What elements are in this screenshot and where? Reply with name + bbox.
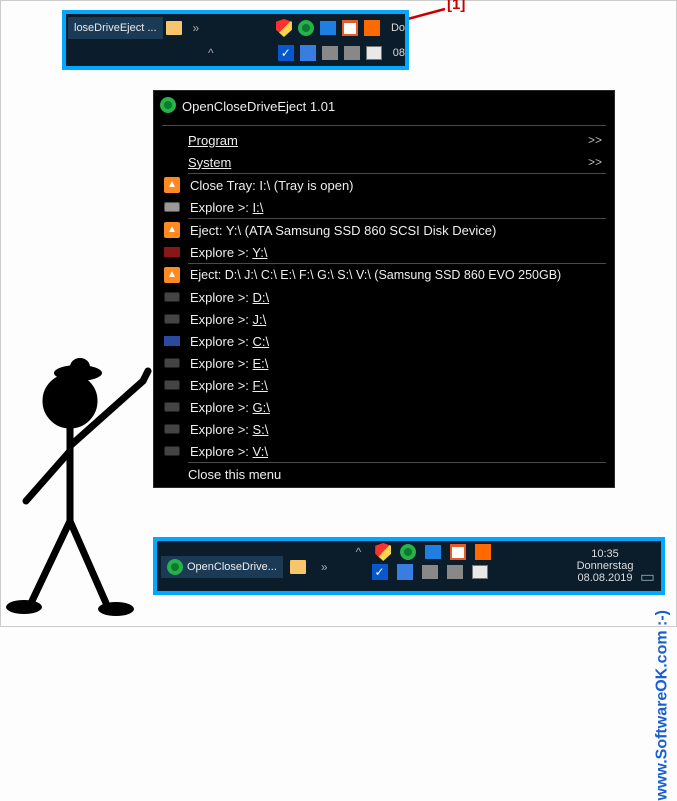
shield-icon[interactable] [275,19,293,37]
eject-icon [162,177,182,193]
decorative-figure [0,351,158,621]
menu-item-explore-e[interactable]: Explore >: E:\ [154,352,614,374]
menu-label: Close Tray: I:\ (Tray is open) [190,178,602,193]
drive-icon [162,314,182,324]
blue-icon[interactable] [299,44,317,62]
menu-label: Program [188,133,238,148]
menu-label: Close this menu [188,467,602,482]
menu-item-explore-c[interactable]: Explore >: C:\ [154,330,614,352]
watermark: www.SoftwareOK.com :-) [654,610,672,801]
clock-weekday: Donnerstag [577,560,634,572]
disk-icon[interactable] [321,44,339,62]
taskbar-task-button[interactable]: OpenCloseDrive... [161,556,283,578]
drive-icon [162,402,182,412]
menu-item-explore-f[interactable]: Explore >: F:\ [154,374,614,396]
camera-icon[interactable] [365,44,383,62]
orange-icon[interactable] [474,543,492,561]
drive-icon [162,358,182,368]
separator [162,125,606,126]
gray-icon[interactable] [446,563,464,581]
drive-icon [162,424,182,434]
check-icon[interactable] [277,44,295,62]
shield-icon[interactable] [374,543,392,561]
menu-title-row: OpenCloseDriveEject 1.01 [154,91,614,122]
menu-item-explore-i[interactable]: Explore >: I:\ [154,196,614,218]
menu-item-close-tray[interactable]: Close Tray: I:\ (Tray is open) [154,174,614,196]
drive-icon [162,247,182,257]
submenu-arrow-icon: >> [588,133,602,147]
taskbar-task-button[interactable]: loseDriveEject ... [68,17,163,39]
chevron-up-icon[interactable]: ^ [208,46,214,60]
eject-icon [162,222,182,238]
top-taskbar: loseDriveEject ... » Do ^ 08 [62,10,409,70]
menu-item-explore-y[interactable]: Explore >: Y:\ [154,241,614,263]
disk-icon[interactable] [421,563,439,581]
menu-label: System [188,155,231,170]
chevron-up-icon[interactable]: ^ [356,545,362,559]
drive-icon [162,292,182,302]
bottom-taskbar: OpenCloseDrive... » ^ 10:35 Donnerstag 0… [153,537,665,595]
menu-item-program[interactable]: Program >> [154,129,614,151]
eject-icon [162,267,182,283]
app-green-icon[interactable] [297,19,315,37]
window-icon[interactable] [319,19,337,37]
menu-item-system[interactable]: System >> [154,151,614,173]
notification-icon[interactable]: ▭ [640,567,655,587]
folder-icon[interactable] [165,19,183,37]
menu-item-explore-s[interactable]: Explore >: S:\ [154,418,614,440]
overflow-icon[interactable]: » [321,560,328,574]
menu-item-explore-g[interactable]: Explore >: G:\ [154,396,614,418]
app-green-icon[interactable] [399,543,417,561]
app-green-icon [160,97,176,116]
menu-label: Eject: Y:\ (ATA Samsung SSD 860 SCSI Dis… [190,223,602,238]
clock-time: 10:35 [591,548,619,560]
overflow-icon[interactable]: » [193,21,200,35]
menu-item-explore-j[interactable]: Explore >: J:\ [154,308,614,330]
calendar-icon[interactable] [341,19,359,37]
menu-title: OpenCloseDriveEject 1.01 [182,99,335,114]
menu-item-explore-d[interactable]: Explore >: D:\ [154,286,614,308]
window-icon[interactable] [424,543,442,561]
blue-icon[interactable] [396,563,414,581]
orange-icon[interactable] [363,19,381,37]
clock-date: 08.08.2019 [577,572,632,584]
drive-icon [162,446,182,456]
menu-label: Eject: D:\ J:\ C:\ E:\ F:\ G:\ S:\ V:\ (… [190,268,602,282]
date-fragment: 08 [393,47,405,59]
gray-icon[interactable] [343,44,361,62]
context-menu: OpenCloseDriveEject 1.01 Program >> Syst… [153,90,615,488]
drive-icon [162,380,182,390]
menu-item-eject-multi[interactable]: Eject: D:\ J:\ C:\ E:\ F:\ G:\ S:\ V:\ (… [154,264,614,286]
submenu-arrow-icon: >> [588,155,602,169]
time-fragment: Do [391,22,405,34]
disc-icon [162,202,182,212]
menu-item-close-menu[interactable]: Close this menu [154,463,614,485]
app-green-icon [167,559,183,575]
calendar-icon[interactable] [449,543,467,561]
folder-icon[interactable] [289,558,307,576]
drive-icon [162,336,182,346]
menu-item-eject-y[interactable]: Eject: Y:\ (ATA Samsung SSD 860 SCSI Dis… [154,219,614,241]
task-label: OpenCloseDrive... [187,561,277,573]
annotation-label: [1] [447,0,465,13]
menu-item-explore-v[interactable]: Explore >: V:\ [154,440,614,462]
check-icon[interactable] [371,563,389,581]
camera-icon[interactable] [471,563,489,581]
